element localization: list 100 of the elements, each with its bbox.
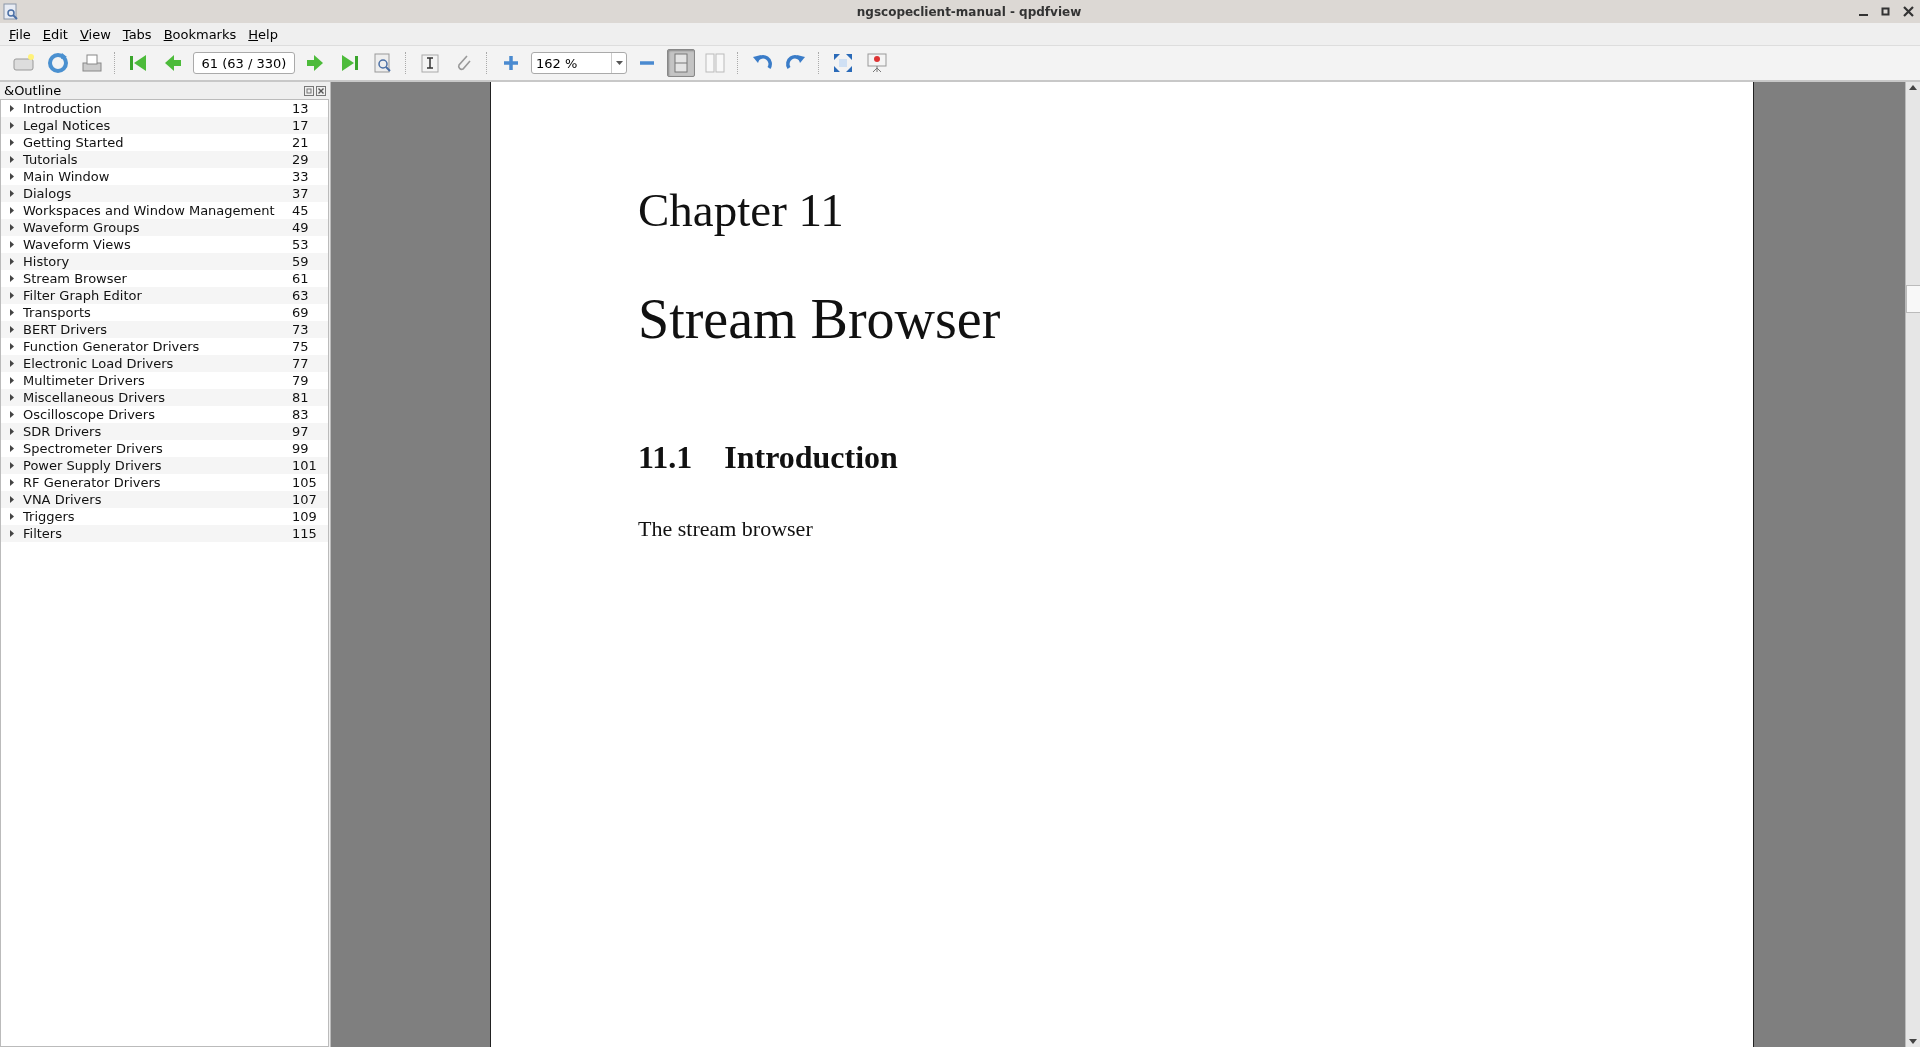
- scrollbar-thumb[interactable]: [1906, 285, 1920, 313]
- expand-arrow-icon[interactable]: [10, 173, 14, 180]
- page-number: 97: [292, 424, 310, 439]
- expand-arrow-icon[interactable]: [10, 105, 14, 112]
- page-number: 59: [292, 254, 310, 269]
- expand-arrow-icon[interactable]: [10, 190, 14, 197]
- outline-item[interactable]: Workspaces and Window Management: [23, 203, 292, 218]
- page-number: 107: [292, 492, 318, 507]
- outline-item[interactable]: SDR Drivers: [23, 424, 292, 439]
- float-icon[interactable]: [304, 85, 314, 96]
- outline-item[interactable]: Stream Browser: [23, 271, 292, 286]
- menu-item[interactable]: Help: [243, 26, 285, 42]
- close-icon[interactable]: [316, 85, 326, 96]
- page-number: 21: [292, 135, 310, 150]
- menu-item[interactable]: Bookmarks: [158, 26, 244, 42]
- page-number: 53: [292, 237, 310, 252]
- page-number: 105: [292, 475, 318, 490]
- outline-item[interactable]: Waveform Groups: [23, 220, 292, 235]
- outline-item[interactable]: Legal Notices: [23, 118, 292, 133]
- outline-item[interactable]: Miscellaneous Drivers: [23, 390, 292, 405]
- single-page-button[interactable]: [667, 49, 695, 77]
- outline-item[interactable]: History: [23, 254, 292, 269]
- zoom-combo-box[interactable]: 162 %: [531, 52, 627, 74]
- page-number: 115: [292, 526, 318, 541]
- expand-arrow-icon[interactable]: [10, 462, 14, 469]
- menu-item[interactable]: File: [4, 26, 38, 42]
- outline-item[interactable]: VNA Drivers: [23, 492, 292, 507]
- expand-arrow-icon[interactable]: [10, 411, 14, 418]
- page-number: 83: [292, 407, 310, 422]
- outline-item[interactable]: Filters: [23, 526, 292, 541]
- outline-item[interactable]: Multimeter Drivers: [23, 373, 292, 388]
- expand-arrow-icon[interactable]: [10, 224, 14, 231]
- expand-arrow-icon[interactable]: [10, 428, 14, 435]
- expand-arrow-icon[interactable]: [10, 309, 14, 316]
- outline-item[interactable]: Waveform Views: [23, 237, 292, 252]
- outline-item[interactable]: RF Generator Drivers: [23, 475, 292, 490]
- outline-item[interactable]: Getting Started: [23, 135, 292, 150]
- scroll-down-arrow-icon[interactable]: [1909, 1039, 1917, 1044]
- menu-item[interactable]: View: [74, 26, 118, 42]
- expand-arrow-icon[interactable]: [10, 530, 14, 537]
- outline-item[interactable]: Function Generator Drivers: [23, 339, 292, 354]
- outline-item[interactable]: Introduction: [23, 101, 292, 116]
- outline-item[interactable]: BERT Drivers: [23, 322, 292, 337]
- expand-arrow-icon[interactable]: [10, 496, 14, 503]
- outline-item[interactable]: Tutorials: [23, 152, 292, 167]
- paragraph: The stream browser: [638, 516, 814, 542]
- menu-item[interactable]: Edit: [37, 26, 75, 42]
- app-icon: [3, 2, 19, 21]
- page-number: 29: [292, 152, 310, 167]
- expand-arrow-icon[interactable]: [10, 445, 14, 452]
- menu-item[interactable]: Tabs: [117, 26, 159, 42]
- outline-item[interactable]: Power Supply Drivers: [23, 458, 292, 473]
- outline-item[interactable]: Oscilloscope Drivers: [23, 407, 292, 422]
- expand-arrow-icon[interactable]: [10, 241, 14, 248]
- expand-arrow-icon[interactable]: [10, 360, 14, 367]
- maximize-icon[interactable]: [1881, 6, 1891, 17]
- expand-arrow-icon[interactable]: [10, 258, 14, 265]
- expand-arrow-icon[interactable]: [10, 139, 14, 146]
- expand-arrow-icon[interactable]: [10, 156, 14, 163]
- expand-arrow-icon[interactable]: [10, 207, 14, 214]
- expand-arrow-icon[interactable]: [10, 513, 14, 520]
- page-number: 77: [292, 356, 310, 371]
- page-number: 17: [292, 118, 310, 133]
- expand-arrow-icon[interactable]: [10, 394, 14, 401]
- section-title: Introduction: [724, 439, 898, 476]
- expand-arrow-icon[interactable]: [10, 377, 14, 384]
- page-number: 99: [292, 441, 310, 456]
- page-number: 45: [292, 203, 310, 218]
- page-number-field[interactable]: 61 (63 / 330): [193, 52, 295, 74]
- chapter-label: Chapter 11: [638, 183, 845, 237]
- expand-arrow-icon[interactable]: [10, 275, 14, 282]
- expand-arrow-icon[interactable]: [10, 343, 14, 350]
- outline-panel-title: &Outline: [4, 83, 63, 98]
- expand-arrow-icon[interactable]: [10, 479, 14, 486]
- expand-arrow-icon[interactable]: [10, 122, 14, 129]
- page-number: 61: [292, 271, 310, 286]
- fullscreen-icon: [831, 51, 855, 75]
- page-number: 63: [292, 288, 310, 303]
- two-pages-icon: [703, 51, 727, 75]
- expand-arrow-icon[interactable]: [10, 292, 14, 299]
- outline-item[interactable]: Filter Graph Editor: [23, 288, 292, 303]
- scroll-up-arrow-icon[interactable]: [1909, 85, 1917, 90]
- outline-item[interactable]: Dialogs: [23, 186, 292, 201]
- presentation-icon: [865, 51, 889, 75]
- outline-item[interactable]: Electronic Load Drivers: [23, 356, 292, 371]
- page-number: 101: [292, 458, 318, 473]
- outline-item[interactable]: Main Window: [23, 169, 292, 184]
- outline-item[interactable]: Triggers: [23, 509, 292, 524]
- expand-arrow-icon[interactable]: [10, 326, 14, 333]
- outline-item[interactable]: Transports: [23, 305, 292, 320]
- page-number: 75: [292, 339, 310, 354]
- close-icon[interactable]: [1903, 6, 1914, 17]
- outline-item[interactable]: Spectrometer Drivers: [23, 441, 292, 456]
- vertical-scrollbar[interactable]: [1905, 82, 1920, 1047]
- page-number: 73: [292, 322, 310, 337]
- print-icon: [80, 51, 104, 75]
- page-number: 33: [292, 169, 310, 184]
- page-number: 81: [292, 390, 310, 405]
- refresh-icon: [46, 51, 70, 75]
- section-number: 11.1: [638, 439, 693, 476]
